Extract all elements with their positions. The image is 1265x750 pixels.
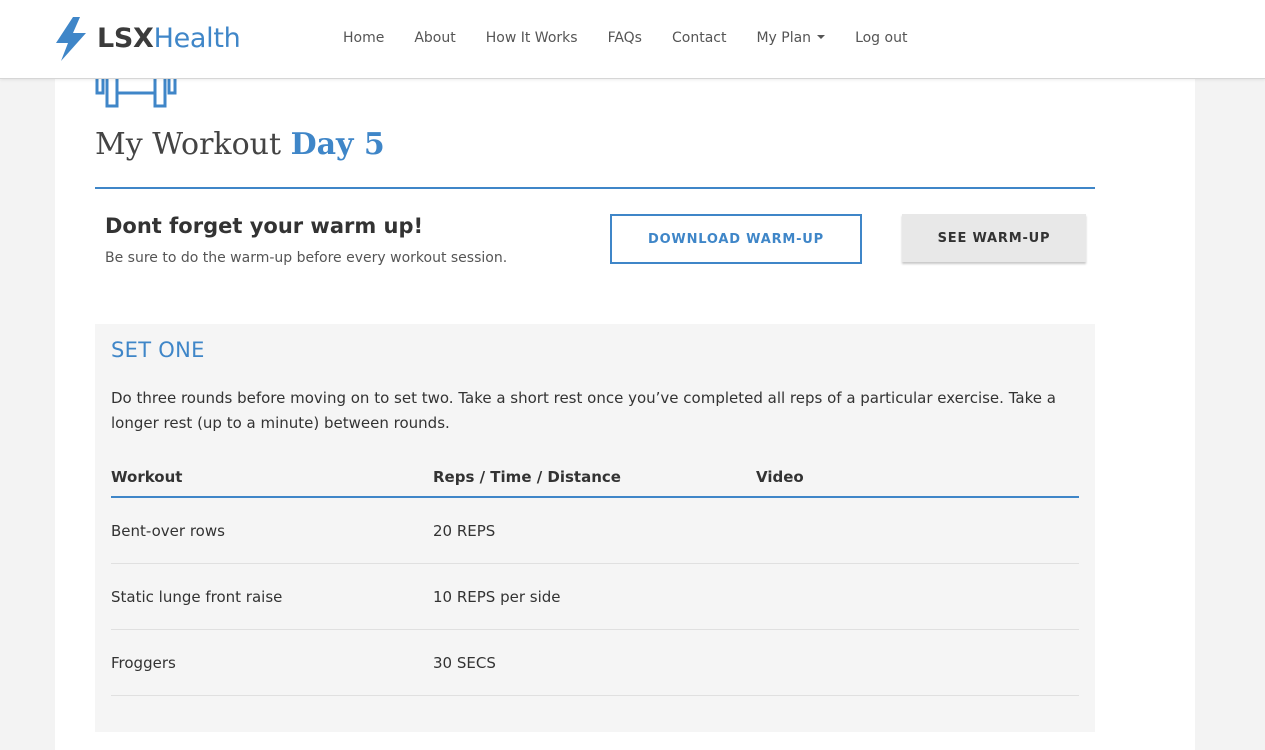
- nav-my-plan-label: My Plan: [756, 30, 812, 46]
- column-header-video: Video: [756, 468, 804, 486]
- workout-reps: 20 REPS: [433, 522, 496, 540]
- workout-name: Bent-over rows: [111, 522, 225, 540]
- set-title: SET ONE: [111, 338, 205, 362]
- column-header-workout: Workout: [111, 468, 183, 486]
- page-title: My Workout Day 5: [95, 127, 385, 162]
- content-panel: My Workout Day 5 Dont forget your warm u…: [55, 79, 1195, 750]
- workout-table: Workout Reps / Time / Distance Video Ben…: [111, 464, 1079, 696]
- main-nav: Home About How It Works FAQs Contact My …: [343, 30, 937, 46]
- see-warmup-button[interactable]: SEE WARM-UP: [902, 214, 1086, 262]
- nav-contact[interactable]: Contact: [672, 30, 726, 46]
- workout-name: Froggers: [111, 654, 176, 672]
- nav-log-out[interactable]: Log out: [855, 30, 907, 46]
- nav-my-plan[interactable]: My Plan: [756, 30, 826, 46]
- title-divider: [95, 187, 1095, 189]
- set-description: Do three rounds before moving on to set …: [111, 389, 1056, 432]
- workout-name: Static lunge front raise: [111, 588, 283, 606]
- set-one-section: SET ONE Do three rounds before moving on…: [95, 324, 1095, 732]
- dumbbell-icon: [95, 79, 177, 108]
- table-row: Static lunge front raise 10 REPS per sid…: [111, 564, 1079, 630]
- table-header: Workout Reps / Time / Distance Video: [111, 464, 1079, 498]
- warmup-text: Be sure to do the warm-up before every w…: [105, 250, 508, 266]
- table-row: Bent-over rows 20 REPS: [111, 498, 1079, 564]
- nav-about[interactable]: About: [414, 30, 455, 46]
- workout-reps: 10 REPS per side: [433, 588, 561, 606]
- nav-how-it-works[interactable]: How It Works: [486, 30, 578, 46]
- table-row: Froggers 30 SECS: [111, 630, 1079, 696]
- navbar: LSXHealth Home About How It Works FAQs C…: [0, 0, 1265, 79]
- workout-reps: 30 SECS: [433, 654, 496, 672]
- warmup-heading: Dont forget your warm up!: [105, 214, 424, 238]
- nav-faqs[interactable]: FAQs: [608, 30, 642, 46]
- brand-logo[interactable]: LSXHealth: [53, 17, 241, 61]
- column-header-reps: Reps / Time / Distance: [433, 468, 621, 486]
- nav-home[interactable]: Home: [343, 30, 384, 46]
- lightning-bolt-icon: [56, 17, 86, 61]
- brand-name: LSXHealth: [97, 23, 241, 54]
- day-label: Day 5: [290, 127, 385, 162]
- caret-down-icon: [817, 35, 826, 39]
- download-warmup-button[interactable]: DOWNLOAD WARM-UP: [610, 214, 862, 264]
